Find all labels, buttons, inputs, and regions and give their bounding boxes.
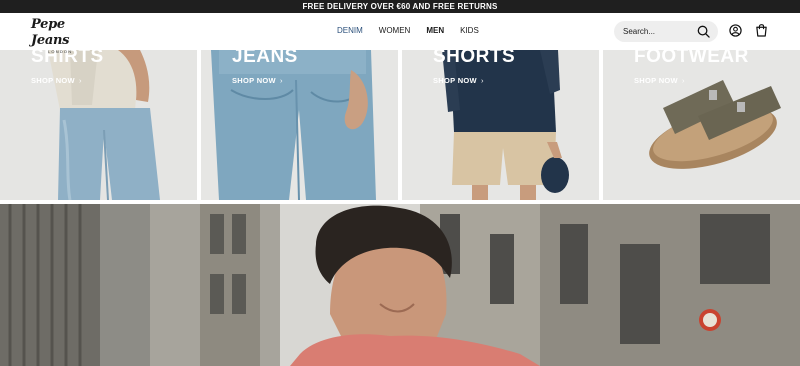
tile-shirts[interactable]: SHIRTS SHOP NOW › [0, 50, 197, 200]
chevron-right-icon: › [279, 76, 283, 85]
shop-now-label: SHOP NOW [433, 76, 477, 85]
promo-banner: FREE DELIVERY OVER €60 AND FREE RETURNS [0, 0, 800, 13]
main-nav: DENIM WOMEN MEN KIDS [337, 26, 495, 35]
nav-item-denim[interactable]: DENIM [337, 26, 363, 35]
chevron-right-icon: › [480, 76, 484, 85]
shorts-photo [402, 50, 599, 200]
account-icon[interactable] [729, 24, 742, 37]
tile-footwear[interactable]: FOOTWEAR SHOP NOW › [603, 50, 800, 200]
tile-jeans[interactable]: JEANS SHOP NOW › [201, 50, 398, 200]
logo-subtext: LONDON [48, 49, 73, 54]
shop-now-link[interactable]: SHOP NOW › [232, 76, 283, 85]
promo-text: FREE DELIVERY OVER €60 AND FREE RETURNS [302, 2, 498, 11]
category-tiles: SHIRTS SHOP NOW › JEANS SHOP NOW › SHORT… [0, 50, 800, 200]
chevron-right-icon: › [78, 76, 82, 85]
shop-now-label: SHOP NOW [634, 76, 678, 85]
logo[interactable]: Pepe Jeans LONDON [31, 17, 93, 54]
tile-title: JEANS [232, 50, 298, 67]
shop-now-link[interactable]: SHOP NOW › [634, 76, 685, 85]
hero-banner[interactable] [0, 204, 800, 366]
bag-icon[interactable] [755, 23, 768, 37]
shop-now-link[interactable]: SHOP NOW › [31, 76, 82, 85]
nav-item-women[interactable]: WOMEN [379, 26, 411, 35]
tile-shorts[interactable]: SHORTS SHOP NOW › [402, 50, 599, 200]
nav-item-men[interactable]: MEN [426, 26, 444, 35]
jeans-photo [201, 50, 398, 200]
tile-title: FOOTWEAR [634, 50, 749, 67]
hero-photo [0, 204, 800, 366]
shop-now-label: SHOP NOW [31, 76, 75, 85]
chevron-right-icon: › [681, 76, 685, 85]
shop-now-label: SHOP NOW [232, 76, 276, 85]
search-icon[interactable] [697, 25, 710, 38]
site-header: Pepe Jeans LONDON DENIM WOMEN MEN KIDS S… [0, 13, 800, 54]
search-placeholder: Search... [623, 27, 656, 36]
shop-now-link[interactable]: SHOP NOW › [433, 76, 484, 85]
tile-title: SHORTS [433, 50, 516, 67]
logo-text: Pepe Jeans [31, 17, 70, 48]
nav-item-kids[interactable]: KIDS [460, 26, 479, 35]
search-input[interactable]: Search... [614, 21, 718, 42]
shirts-photo [0, 50, 197, 200]
footwear-photo [603, 50, 800, 200]
